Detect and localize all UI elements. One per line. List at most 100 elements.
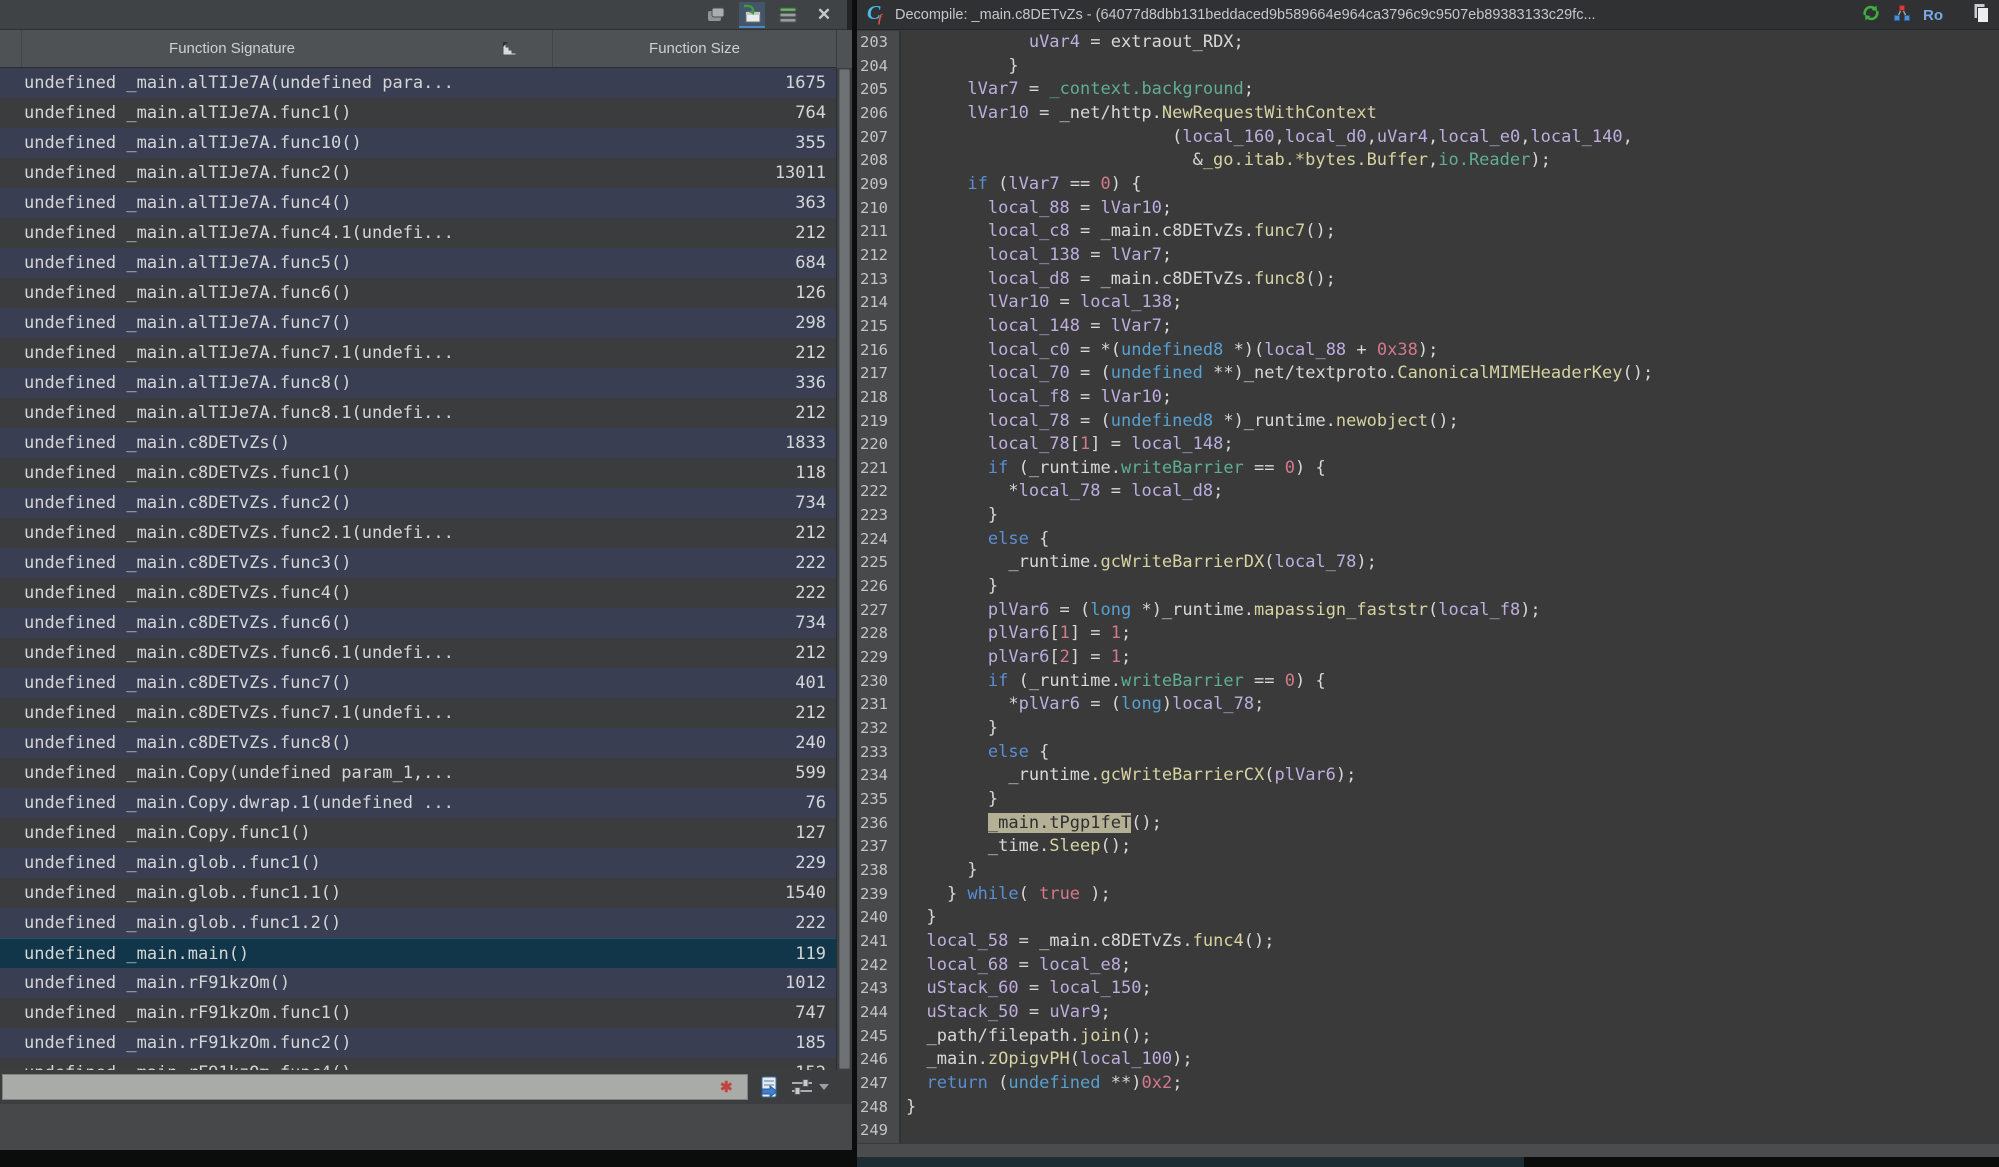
function-row[interactable]: undefined _main.c8DETvZs.func7()401 xyxy=(0,668,836,698)
function-row[interactable]: undefined _main.alTIJe7A(undefined para.… xyxy=(0,68,836,98)
column-header-function-size[interactable]: Function Size xyxy=(553,30,836,67)
code-line[interactable]: 206 lVar10 = _net/http.NewRequestWithCon… xyxy=(857,102,1999,126)
code-line[interactable]: 225 _runtime.gcWriteBarrierDX(local_78); xyxy=(857,551,1999,575)
filter-options-icon[interactable] xyxy=(790,1076,829,1098)
function-row[interactable]: undefined _main.main()119 xyxy=(0,938,836,968)
highlighted-token[interactable]: _main.tPgp1feT xyxy=(988,813,1131,833)
code-line[interactable]: 212 local_138 = lVar7; xyxy=(857,244,1999,268)
function-row[interactable]: undefined _main.c8DETvZs.func1()118 xyxy=(0,458,836,488)
code-line[interactable]: 219 local_78 = (undefined8 *)_runtime.ne… xyxy=(857,410,1999,434)
code-line[interactable]: 244 uStack_50 = uVar9; xyxy=(857,1001,1999,1025)
function-row[interactable]: undefined _main.glob..func1.2()222 xyxy=(0,908,836,938)
function-row[interactable]: undefined _main.glob..func1()229 xyxy=(0,848,836,878)
list-icon[interactable] xyxy=(775,2,801,28)
code-line[interactable]: 214 lVar10 = local_138; xyxy=(857,291,1999,315)
code-line[interactable]: 235 } xyxy=(857,788,1999,812)
code-line[interactable]: 234 _runtime.gcWriteBarrierCX(plVar6); xyxy=(857,764,1999,788)
function-row[interactable]: undefined _main.rF91kzOm.func1()747 xyxy=(0,998,836,1028)
function-row[interactable]: undefined _main.c8DETvZs.func7.1(undefi.… xyxy=(0,698,836,728)
code-line[interactable]: 218 local_f8 = lVar10; xyxy=(857,386,1999,410)
code-line[interactable]: 249 xyxy=(857,1119,1999,1143)
function-row[interactable]: undefined _main.Copy(undefined param_1,.… xyxy=(0,758,836,788)
code-line[interactable]: 221 if (_runtime.writeBarrier == 0) { xyxy=(857,457,1999,481)
code-line[interactable]: 203 uVar4 = extraout_RDX; xyxy=(857,31,1999,55)
duplicate-view-icon[interactable] xyxy=(703,2,729,28)
function-row[interactable]: undefined _main.alTIJe7A.func8.1(undefi.… xyxy=(0,398,836,428)
code-line[interactable]: 213 local_d8 = _main.c8DETvZs.func8(); xyxy=(857,268,1999,292)
code-line[interactable]: 239 } while( true ); xyxy=(857,883,1999,907)
copy-pages-icon[interactable] xyxy=(1971,2,1991,29)
code-line[interactable]: 236 _main.tPgp1feT(); xyxy=(857,812,1999,836)
function-row[interactable]: undefined _main.alTIJe7A.func6()126 xyxy=(0,278,836,308)
code-line[interactable]: 208 &_go.itab.*bytes.Buffer,io.Reader); xyxy=(857,149,1999,173)
code-line[interactable]: 237 _time.Sleep(); xyxy=(857,835,1999,859)
vertical-scrollbar[interactable] xyxy=(836,68,852,1070)
refresh-icon[interactable] xyxy=(1861,3,1881,28)
code-line[interactable]: 241 local_58 = _main.c8DETvZs.func4(); xyxy=(857,930,1999,954)
function-row[interactable]: undefined _main.c8DETvZs.func2.1(undefi.… xyxy=(0,518,836,548)
function-row[interactable]: undefined _main.alTIJe7A.func7.1(undefi.… xyxy=(0,338,836,368)
function-row[interactable]: undefined _main.c8DETvZs.func6()734 xyxy=(0,608,836,638)
code-line[interactable]: 215 local_148 = lVar7; xyxy=(857,315,1999,339)
function-row[interactable]: undefined _main.alTIJe7A.func1()764 xyxy=(0,98,836,128)
function-row[interactable]: undefined _main.rF91kzOm()1012 xyxy=(0,968,836,998)
code-line[interactable]: 220 local_78[1] = local_148; xyxy=(857,433,1999,457)
close-icon[interactable]: ✕ xyxy=(811,2,837,28)
ro-toolbar-label[interactable]: Ro xyxy=(1923,7,1943,24)
function-row[interactable]: undefined _main.alTIJe7A.func4()363 xyxy=(0,188,836,218)
code-line[interactable]: 230 if (_runtime.writeBarrier == 0) { xyxy=(857,670,1999,694)
function-row[interactable]: undefined _main.rF91kzOm.func4()152 xyxy=(0,1058,836,1070)
function-row[interactable]: undefined _main.c8DETvZs.func8()240 xyxy=(0,728,836,758)
function-row[interactable]: undefined _main.alTIJe7A.func2()13011 xyxy=(0,158,836,188)
snapshot-icon[interactable] xyxy=(739,2,765,28)
code-line[interactable]: 211 local_c8 = _main.c8DETvZs.func7(); xyxy=(857,220,1999,244)
code-line[interactable]: 228 plVar6[1] = 1; xyxy=(857,622,1999,646)
code-line[interactable]: 242 local_68 = local_e8; xyxy=(857,954,1999,978)
code-line[interactable]: 216 local_c0 = *(undefined8 *)(local_88 … xyxy=(857,339,1999,363)
code-line[interactable]: 229 plVar6[2] = 1; xyxy=(857,646,1999,670)
function-row[interactable]: undefined _main.c8DETvZs.func2()734 xyxy=(0,488,836,518)
code-line[interactable]: 240 } xyxy=(857,906,1999,930)
code-line[interactable]: 224 else { xyxy=(857,528,1999,552)
code-line[interactable]: 223 } xyxy=(857,504,1999,528)
code-line[interactable]: 246 _main.zOpigvPH(local_100); xyxy=(857,1048,1999,1072)
code-line[interactable]: 207 (local_160,local_d0,uVar4,local_e0,l… xyxy=(857,126,1999,150)
filter-document-icon[interactable] xyxy=(758,1075,780,1099)
function-row[interactable]: undefined _main.Copy.dwrap.1(undefined .… xyxy=(0,788,836,818)
function-row[interactable]: undefined _main.rF91kzOm.func2()185 xyxy=(0,1028,836,1058)
function-row[interactable]: undefined _main.alTIJe7A.func7()298 xyxy=(0,308,836,338)
function-row[interactable]: undefined _main.Copy.func1()127 xyxy=(0,818,836,848)
function-row[interactable]: undefined _main.glob..func1.1()1540 xyxy=(0,878,836,908)
function-row[interactable]: undefined _main.alTIJe7A.func10()355 xyxy=(0,128,836,158)
code-line[interactable]: 210 local_88 = lVar10; xyxy=(857,197,1999,221)
code-line[interactable]: 217 local_70 = (undefined **)_net/textpr… xyxy=(857,362,1999,386)
code-line[interactable]: 226 } xyxy=(857,575,1999,599)
code-line[interactable]: 245 _path/filepath.join(); xyxy=(857,1025,1999,1049)
code-line[interactable]: 243 uStack_60 = local_150; xyxy=(857,977,1999,1001)
function-row[interactable]: undefined _main.c8DETvZs.func4()222 xyxy=(0,578,836,608)
code-line[interactable]: 233 else { xyxy=(857,741,1999,765)
function-row[interactable]: undefined _main.c8DETvZs.func6.1(undefi.… xyxy=(0,638,836,668)
code-line[interactable]: 209 if (lVar7 == 0) { xyxy=(857,173,1999,197)
code-line[interactable]: 232 } xyxy=(857,717,1999,741)
graph-icon[interactable] xyxy=(1893,4,1911,27)
code-line[interactable]: 238 } xyxy=(857,859,1999,883)
code-line[interactable]: 231 *plVar6 = (long)local_78; xyxy=(857,693,1999,717)
column-header-function-signature[interactable]: Function Signature xyxy=(22,30,553,67)
code-line[interactable]: 248} xyxy=(857,1096,1999,1120)
code-line[interactable]: 247 return (undefined **)0x2; xyxy=(857,1072,1999,1096)
code-line[interactable]: 205 lVar7 = _context.background; xyxy=(857,78,1999,102)
function-row[interactable]: undefined _main.alTIJe7A.func8()336 xyxy=(0,368,836,398)
filter-input[interactable] xyxy=(2,1074,748,1100)
code-line[interactable]: 227 plVar6 = (long *)_runtime.mapassign_… xyxy=(857,599,1999,623)
dropdown-caret-icon[interactable] xyxy=(819,1084,829,1090)
function-row[interactable]: undefined _main.c8DETvZs()1833 xyxy=(0,428,836,458)
function-row[interactable]: undefined _main.alTIJe7A.func5()684 xyxy=(0,248,836,278)
code-line[interactable]: 204 } xyxy=(857,55,1999,79)
clear-filter-icon[interactable]: ✱ xyxy=(720,1078,733,1096)
function-row[interactable]: undefined _main.alTIJe7A.func4.1(undefi.… xyxy=(0,218,836,248)
code-line[interactable]: 222 *local_78 = local_d8; xyxy=(857,480,1999,504)
horizontal-scrollbar[interactable] xyxy=(857,1144,1999,1157)
scrollbar-thumb[interactable] xyxy=(839,69,850,1069)
function-row[interactable]: undefined _main.c8DETvZs.func3()222 xyxy=(0,548,836,578)
